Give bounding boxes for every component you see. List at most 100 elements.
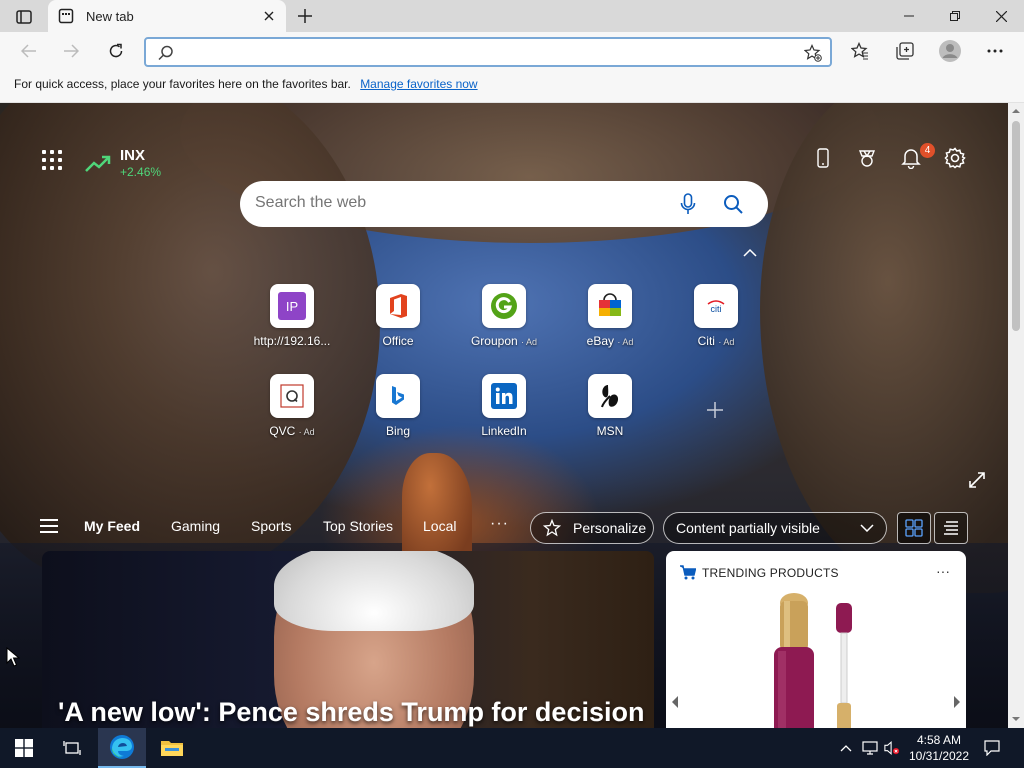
clock-time: 4:58 AM — [916, 733, 962, 747]
tab-title: New tab — [86, 8, 134, 24]
trending-title: TRENDING PRODUCTS — [702, 565, 839, 580]
quicklink-linkedin[interactable]: LinkedIn — [459, 374, 549, 454]
ad-label: · Ad — [617, 337, 634, 347]
back-button[interactable] — [14, 36, 44, 66]
ip-icon: IP — [278, 292, 306, 320]
show-hidden-icons-chevron-up-icon[interactable] — [838, 740, 854, 756]
trending-products-card[interactable]: TRENDING PRODUCTS ··· — [666, 551, 966, 728]
scroll-up-icon[interactable] — [1012, 107, 1020, 115]
hero-headline: 'A new low': Pence shreds Trump for deci… — [58, 697, 645, 727]
quicklink-qvc[interactable]: QVC · Ad — [247, 374, 337, 454]
refresh-button[interactable] — [101, 36, 131, 66]
folder-icon — [161, 741, 183, 756]
collections-icon[interactable] — [890, 36, 920, 66]
tab-gaming[interactable]: Gaming — [171, 518, 220, 534]
grid-view-button[interactable] — [897, 512, 931, 544]
mobile-icon[interactable] — [810, 145, 836, 171]
web-search-input[interactable] — [255, 194, 655, 212]
svg-text:IP: IP — [286, 299, 298, 314]
scroll-down-icon[interactable] — [1012, 715, 1020, 723]
task-view-button[interactable] — [48, 728, 96, 768]
manage-favorites-link[interactable]: Manage favorites now — [360, 77, 477, 91]
stock-widget[interactable]: INX +2.46% — [84, 147, 161, 179]
new-tab-favicon-icon — [58, 8, 74, 24]
carousel-prev-icon[interactable] — [670, 695, 680, 709]
profile-avatar[interactable] — [935, 36, 965, 66]
quicklink-label: QVC — [269, 424, 296, 438]
address-bar[interactable] — [144, 37, 832, 67]
restore-button[interactable] — [932, 0, 978, 32]
chevron-down-icon — [860, 524, 874, 532]
quicklink-msn[interactable]: MSN — [565, 374, 655, 454]
gear-icon[interactable] — [942, 145, 968, 171]
new-tab-button[interactable] — [292, 4, 318, 28]
personalize-button[interactable]: Personalize — [530, 512, 654, 544]
tab-actions-icon[interactable] — [8, 6, 40, 28]
more-tabs-button[interactable]: ··· — [490, 515, 509, 533]
microphone-icon[interactable] — [676, 192, 700, 216]
quicklink-ebay[interactable]: eBay · Ad — [565, 284, 655, 364]
hero-news-card[interactable]: 'A new low': Pence shreds Trump for deci… — [42, 551, 654, 728]
content-visibility-dropdown[interactable]: Content partially visible — [663, 512, 887, 544]
tab-new-tab[interactable]: New tab — [48, 0, 286, 32]
quicklink-ip[interactable]: IP http://192.16... — [247, 284, 337, 364]
tab-my-feed[interactable]: My Feed — [84, 518, 140, 534]
trend-up-icon — [85, 155, 111, 172]
quicklink-label: Groupon — [470, 334, 518, 348]
action-center-icon[interactable] — [984, 740, 1000, 756]
trending-more-button[interactable]: ··· — [936, 563, 950, 579]
page-scrollbar[interactable] — [1008, 103, 1024, 728]
network-icon[interactable] — [862, 740, 878, 756]
system-clock[interactable]: 4:58 AM 10/31/2022 — [906, 732, 972, 764]
tab-sports[interactable]: Sports — [251, 518, 291, 534]
quicklink-label: Citi — [697, 334, 715, 348]
close-window-button[interactable] — [978, 0, 1024, 32]
menu-icon[interactable] — [40, 519, 58, 533]
shopping-cart-icon — [680, 565, 696, 580]
web-search-box[interactable] — [240, 181, 768, 227]
minimize-button[interactable] — [886, 0, 932, 32]
app-launcher-icon[interactable] — [40, 148, 64, 172]
add-quicklink-icon[interactable] — [700, 395, 730, 425]
rewards-icon[interactable] — [854, 145, 880, 171]
close-tab-icon[interactable] — [260, 7, 278, 25]
chevron-up-icon[interactable] — [741, 247, 759, 259]
tab-top-stories[interactable]: Top Stories — [323, 518, 393, 534]
search-icon[interactable] — [721, 192, 745, 216]
content-visibility-label: Content partially visible — [676, 520, 820, 536]
settings-more-icon[interactable] — [980, 36, 1010, 66]
quicklink-label: eBay — [586, 334, 614, 348]
add-favorite-icon[interactable] — [804, 44, 822, 62]
tab-local[interactable]: Local — [423, 518, 456, 534]
quicklink-groupon[interactable]: Groupon · Ad — [459, 284, 549, 364]
msn-icon — [601, 385, 619, 408]
quicklink-bing[interactable]: Bing — [353, 374, 443, 454]
start-button[interactable] — [0, 728, 48, 768]
windows-logo-icon — [15, 739, 33, 757]
office-icon — [390, 294, 407, 318]
list-view-button[interactable] — [934, 512, 968, 544]
volume-muted-icon[interactable] — [884, 740, 900, 756]
address-input[interactable] — [182, 43, 782, 61]
edge-taskbar-button[interactable] — [98, 728, 146, 768]
mouse-cursor-icon — [6, 647, 20, 667]
notification-count-badge: 4 — [920, 143, 935, 158]
stock-change: +2.46% — [120, 165, 162, 179]
ad-label: · Ad — [718, 337, 735, 347]
sparkle-star-icon — [543, 519, 561, 537]
quicklink-citi[interactable]: citi Citi · Ad — [671, 284, 761, 364]
forward-button[interactable] — [56, 36, 86, 66]
groupon-icon — [491, 293, 517, 319]
grid-icon — [905, 519, 923, 537]
linkedin-icon — [491, 383, 517, 409]
scroll-thumb[interactable] — [1012, 121, 1020, 331]
favorites-icon[interactable] — [845, 36, 875, 66]
quicklink-label: Office — [382, 334, 414, 348]
citi-icon: citi — [707, 300, 725, 314]
quicklink-label: LinkedIn — [481, 424, 527, 438]
carousel-next-icon[interactable] — [952, 695, 962, 709]
expand-icon[interactable] — [968, 471, 986, 489]
quicklink-office[interactable]: Office — [353, 284, 443, 364]
favorites-bar: For quick access, place your favorites h… — [0, 70, 1024, 103]
file-explorer-button[interactable] — [148, 728, 196, 768]
